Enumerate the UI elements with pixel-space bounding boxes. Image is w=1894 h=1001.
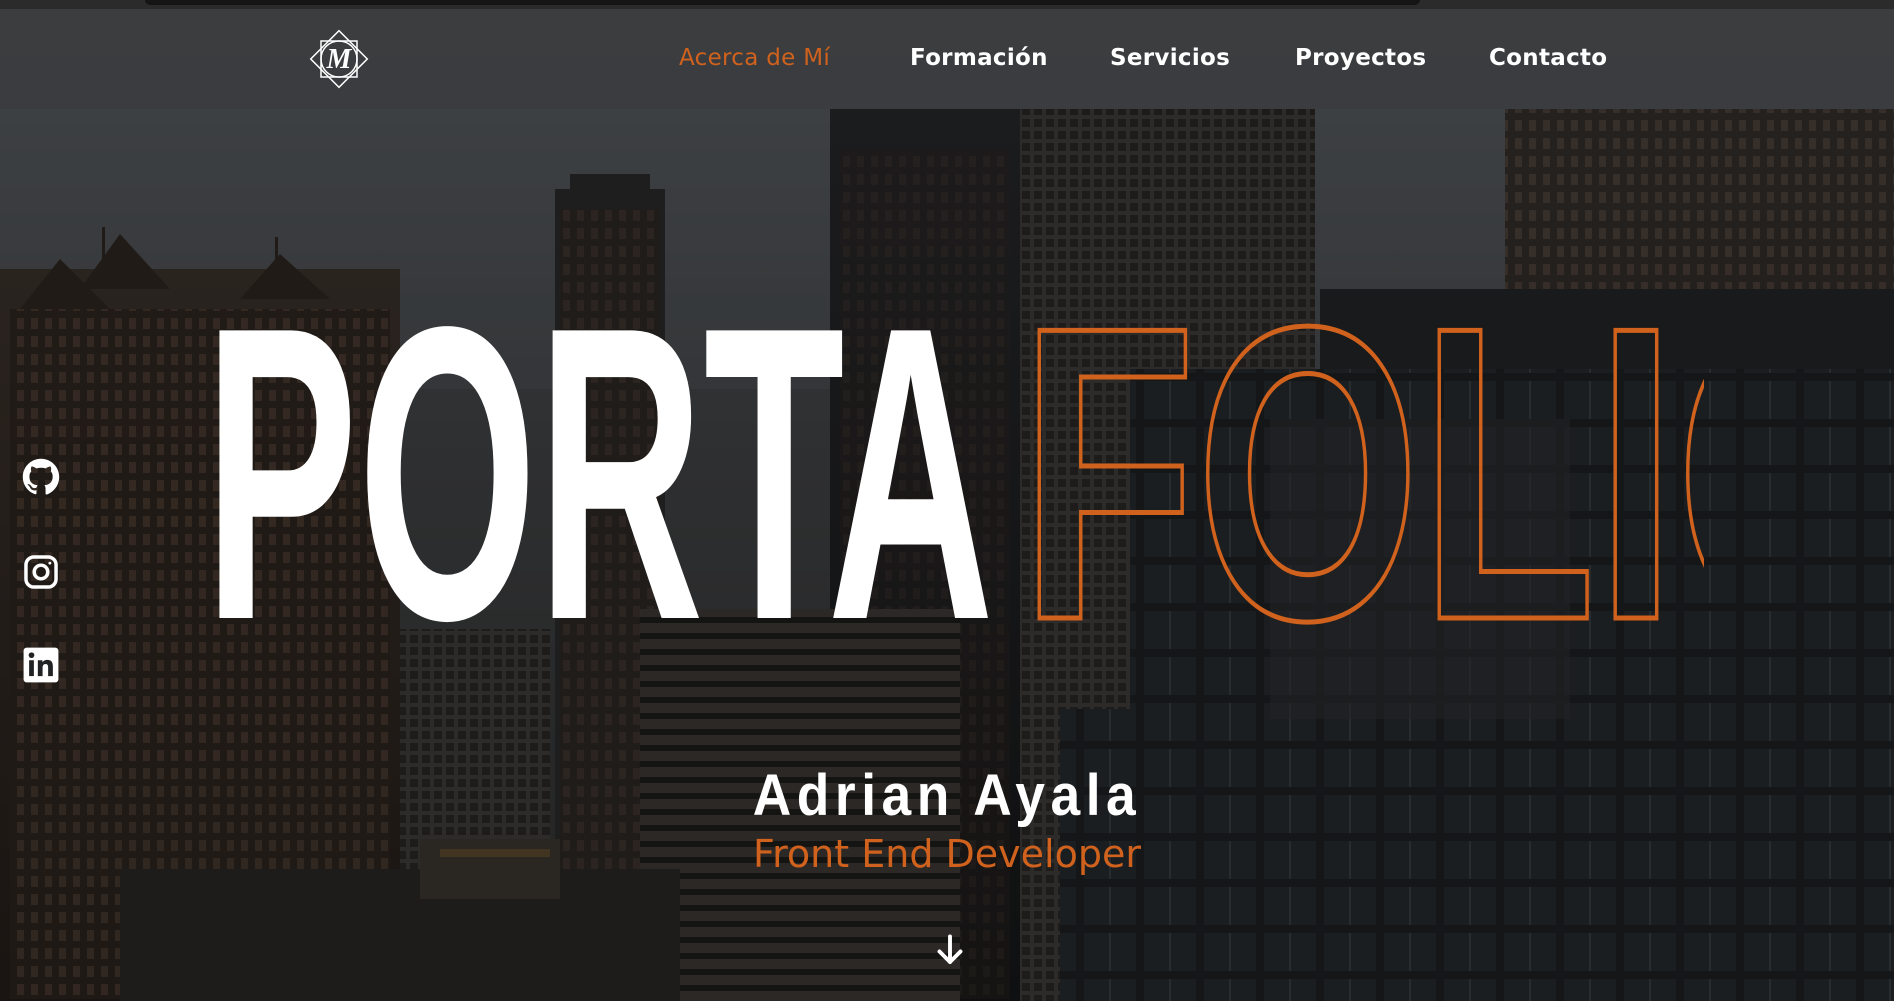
- hero-title-solid: PORTA: [204, 300, 994, 640]
- nav-menu: Acerca de Mí Formación Servicios Proyect…: [0, 9, 1894, 109]
- browser-top-strip: [0, 0, 1894, 9]
- hero-title: PORTA FOLIO: [204, 238, 1894, 710]
- instagram-icon[interactable]: [22, 553, 60, 591]
- linkedin-icon[interactable]: [22, 646, 60, 684]
- nav-item-servicios[interactable]: Servicios: [1110, 45, 1230, 71]
- github-icon[interactable]: [22, 458, 60, 496]
- nav-item-contacto[interactable]: Contacto: [1489, 45, 1607, 71]
- nav-item-formacion[interactable]: Formación: [910, 45, 1048, 71]
- hero-role: Front End Developer: [753, 832, 1141, 876]
- hero-title-outline: FOLIO: [1020, 300, 1704, 640]
- portfolio-page: M Acerca de Mí Formación Servicios Proye…: [0, 0, 1894, 1001]
- nav-item-acerca-de-mi[interactable]: Acerca de Mí: [679, 45, 830, 71]
- top-navbar: M Acerca de Mí Formación Servicios Proye…: [0, 9, 1894, 109]
- arrow-down-icon[interactable]: [932, 932, 968, 968]
- hero-name: Adrian Ayala: [752, 763, 1142, 828]
- nav-item-proyectos[interactable]: Proyectos: [1295, 45, 1426, 71]
